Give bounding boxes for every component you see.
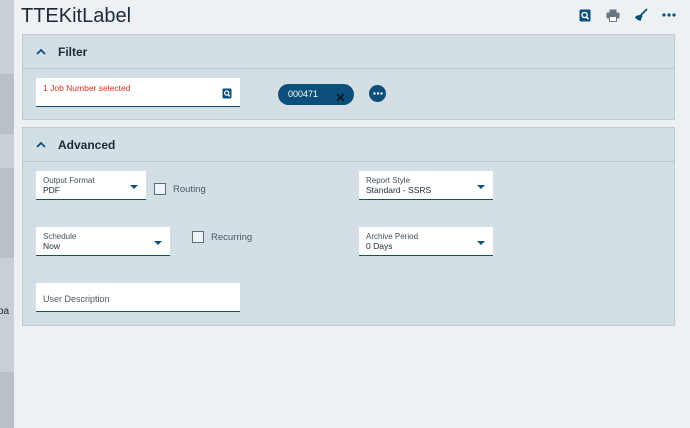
more-icon — [372, 92, 383, 95]
routing-label: Routing — [173, 183, 206, 195]
chevron-up-icon[interactable] — [36, 48, 48, 55]
caret-down-icon — [477, 185, 485, 189]
checkbox-box[interactable] — [154, 183, 166, 195]
strip-segment — [0, 74, 14, 134]
output-format-select[interactable]: Output Format PDF — [36, 171, 146, 200]
user-description-placeholder: User Description — [43, 294, 110, 304]
chevron-up-icon[interactable] — [36, 141, 48, 148]
report-style-label: Report Style — [366, 176, 411, 185]
print-icon[interactable] — [606, 8, 620, 22]
recurring-checkbox[interactable]: Recurring — [192, 231, 252, 243]
job-number-selected-text: 1 Job Number selected — [43, 83, 131, 93]
archive-period-value: 0 Days — [366, 241, 393, 251]
strip-segment — [0, 168, 14, 258]
checkbox-box[interactable] — [192, 231, 204, 243]
output-format-value: PDF — [43, 185, 60, 195]
schedule-label: Schedule — [43, 232, 77, 241]
report-style-select[interactable]: Report Style Standard - SSRS — [359, 171, 493, 200]
background-window-strip: pa — [0, 0, 14, 428]
filter-panel: Filter 1 Job Number selected 000471 — [22, 34, 675, 120]
search-doc-icon[interactable] — [578, 8, 592, 22]
filter-header[interactable]: Filter — [23, 35, 674, 69]
job-number-chip[interactable]: 000471 — [278, 84, 354, 105]
search-doc-icon[interactable] — [222, 86, 232, 104]
more-options-button[interactable] — [369, 85, 386, 102]
schedule-select[interactable]: Schedule Now — [36, 227, 170, 256]
advanced-header[interactable]: Advanced — [23, 128, 674, 162]
chip-label: 000471 — [288, 89, 319, 99]
recurring-label: Recurring — [211, 231, 253, 243]
job-number-field[interactable]: 1 Job Number selected — [36, 78, 240, 107]
page-title: TTEKitLabel — [21, 5, 132, 27]
advanced-header-label: Advanced — [58, 137, 116, 152]
close-icon[interactable] — [336, 89, 345, 107]
output-format-label: Output Format — [43, 176, 95, 185]
caret-down-icon — [154, 241, 162, 245]
archive-period-label: Archive Period — [366, 232, 419, 241]
more-icon[interactable] — [662, 8, 676, 22]
toolbar — [578, 8, 676, 22]
caret-down-icon — [477, 241, 485, 245]
filter-header-label: Filter — [58, 44, 88, 59]
routing-checkbox[interactable]: Routing — [154, 183, 206, 195]
report-style-value: Standard - SSRS — [366, 185, 432, 195]
strip-text: pa — [0, 306, 10, 317]
archive-period-select[interactable]: Archive Period 0 Days — [359, 227, 493, 256]
schedule-value: Now — [43, 241, 61, 251]
strip-segment — [0, 372, 14, 428]
advanced-panel: Advanced Output Format PDF Routing Repor… — [22, 127, 675, 326]
user-description-input[interactable]: User Description — [36, 283, 240, 312]
caret-down-icon — [130, 185, 138, 189]
clear-broom-icon[interactable] — [634, 8, 648, 22]
